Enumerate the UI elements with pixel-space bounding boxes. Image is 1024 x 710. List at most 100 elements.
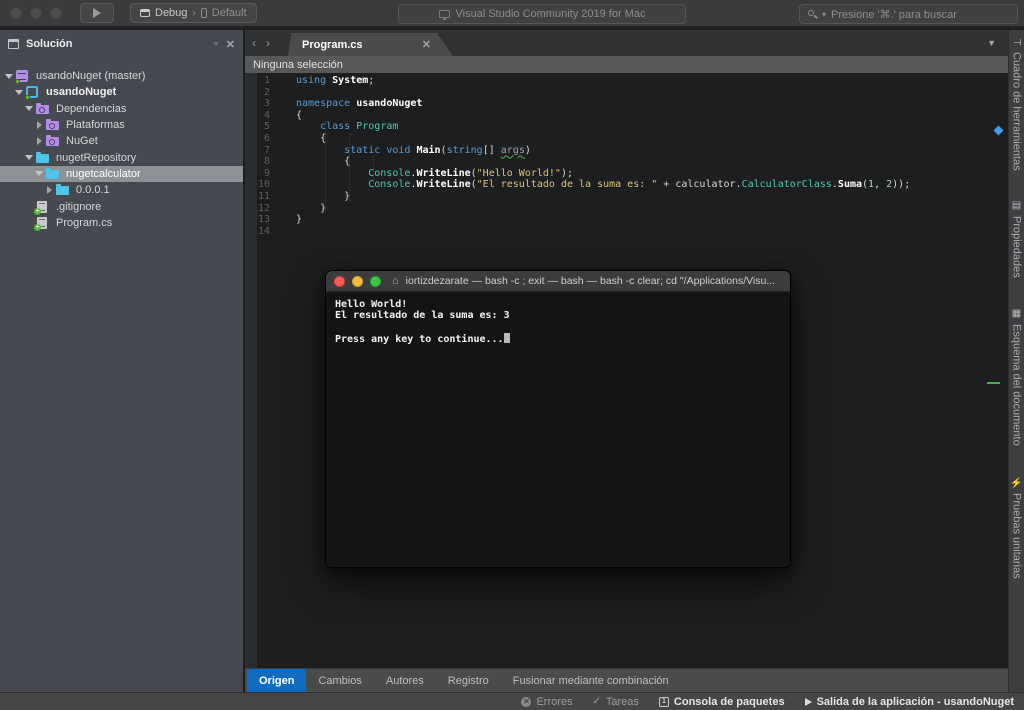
tree-item-plataformas[interactable]: Plataformas	[0, 117, 243, 133]
collapse-icon[interactable]	[14, 90, 24, 95]
tree-item-nugetrepository[interactable]: nugetRepository	[0, 149, 243, 165]
breadcrumb[interactable]: Ninguna selección	[245, 56, 1008, 73]
titlebar: Debug › Default Visual Studio Community …	[0, 0, 1024, 28]
search-placeholder: Presione '⌘.' para buscar	[831, 8, 957, 21]
tree-item-program-cs[interactable]: +Program.cs	[0, 215, 243, 231]
solution-pad-title: Solución	[26, 38, 72, 50]
code-line: 3namespace usandoNuget	[245, 98, 910, 110]
tree-item-usandonuget-master-[interactable]: usandoNuget (master)	[0, 68, 243, 84]
device-label: Default	[212, 7, 247, 19]
close-pad-button[interactable]: ✕	[226, 38, 235, 51]
pad-tab-esquema-del-documento[interactable]: ▦Esquema del documento	[1011, 308, 1023, 446]
expand-icon[interactable]	[34, 121, 44, 129]
status-item-salida-de-la-aplicaci-n-usandonuget[interactable]: Salida de la aplicación - usandoNuget	[805, 696, 1014, 708]
terminal-window[interactable]: ⌂ iortizdezarate — bash -c ; exit — bash…	[325, 270, 791, 568]
vc-tab-autores[interactable]: Autores	[374, 669, 436, 692]
terminal-close-button[interactable]	[334, 276, 345, 287]
code-line: 7 static void Main(string[] args)	[245, 145, 910, 157]
folder-cyan-icon	[36, 152, 50, 164]
code-line: 12 }	[245, 203, 910, 215]
navigate-back-forward[interactable]: ‹›	[252, 36, 280, 50]
collapse-icon[interactable]	[24, 155, 34, 160]
code-lines: 1using System;23namespace usandoNuget4{5…	[245, 75, 910, 237]
tree-item-label: 0.0.0.1	[76, 184, 110, 196]
file-git-icon: +	[36, 201, 50, 213]
pad-tab-pruebas-unitarias[interactable]: ⚡ Pruebas unitarias	[1011, 476, 1023, 579]
window-title: Visual Studio Community 2019 for Mac	[398, 4, 686, 24]
solution-pad-header: Solución ▫ ✕	[0, 30, 243, 58]
line-number: 13	[245, 214, 296, 226]
terminal-title: iortizdezarate — bash -c ; exit — bash —…	[406, 275, 775, 287]
minimize-window-button[interactable]	[30, 7, 42, 19]
status-item-tareas[interactable]: ✓Tareas	[593, 696, 639, 708]
run-configuration-selector[interactable]: Debug › Default	[130, 3, 257, 23]
right-pad-strip: ⊤Cuadro de herramientas ▤ Propiedades ▦Esqu…	[1008, 30, 1024, 692]
vc-tab-fusionar-mediante-combinaci-n[interactable]: Fusionar mediante combinación	[501, 669, 681, 692]
run-button[interactable]	[80, 3, 114, 23]
toolbox-icon: ⊤	[1011, 38, 1022, 47]
vs-for-mac-window: Debug › Default Visual Studio Community …	[0, 0, 1024, 710]
code-line: 13}	[245, 214, 910, 226]
tab-label: Program.cs	[302, 39, 363, 51]
vc-tab-registro[interactable]: Registro	[436, 669, 501, 692]
terminal-cursor	[504, 333, 510, 343]
code-line: 1using System;	[245, 75, 910, 87]
close-window-button[interactable]	[10, 7, 22, 19]
folder-purple-icon	[46, 119, 60, 131]
window-controls	[10, 7, 62, 19]
tree-item-dependencias[interactable]: Dependencias	[0, 101, 243, 117]
code-line: 6 {	[245, 133, 910, 145]
chevron-down-icon: ▾	[822, 10, 826, 19]
code-line: 14	[245, 226, 910, 238]
outline-icon: ▦	[1011, 308, 1022, 319]
terminal-titlebar[interactable]: ⌂ iortizdezarate — bash -c ; exit — bash…	[326, 271, 790, 292]
terminal-zoom-button[interactable]	[370, 276, 381, 287]
collapse-icon[interactable]	[34, 171, 44, 176]
tree-item-label: usandoNuget	[46, 86, 116, 98]
global-search-input[interactable]: ▾ Presione '⌘.' para buscar	[799, 4, 1018, 24]
tab-list-dropdown-icon[interactable]: ▼	[987, 38, 996, 48]
terminal-minimize-button[interactable]	[352, 276, 363, 287]
tree-item-usandonuget[interactable]: usandoNuget	[0, 84, 243, 100]
play-icon	[93, 8, 101, 18]
configuration-label: Debug	[155, 7, 187, 19]
pad-tab-cuadro-de-herramientas[interactable]: ⊤Cuadro de herramientas	[1011, 38, 1023, 170]
folder-cyan-icon	[56, 184, 70, 196]
pad-tab-propiedades[interactable]: ▤ Propiedades	[1011, 200, 1023, 278]
tests-icon: ⚡	[1011, 476, 1022, 488]
tree-item-label: nugetRepository	[56, 152, 136, 164]
tree-item-nuget[interactable]: NuGet	[0, 133, 243, 149]
vc-tab-origen[interactable]: Origen	[247, 669, 306, 692]
tree-item-0-0-0-1[interactable]: 0.0.0.1	[0, 182, 243, 198]
document-tabbar: ‹› Program.cs ✕ ▼	[245, 30, 1008, 56]
configuration-icon	[140, 9, 150, 17]
code-line: 5 class Program	[245, 121, 910, 133]
expand-icon[interactable]	[34, 137, 44, 145]
collapse-icon[interactable]	[24, 106, 34, 111]
dock-pad-button[interactable]: ▫	[214, 38, 218, 50]
tab-program-cs[interactable]: Program.cs ✕	[288, 33, 453, 56]
line-number: 6	[245, 133, 296, 145]
pad-tab-label: Propiedades	[1011, 216, 1023, 278]
tree-item-nugetcalculator[interactable]: nugetcalculator	[0, 166, 243, 182]
solution-pad-icon	[8, 39, 19, 49]
pad-tab-label: Pruebas unitarias	[1011, 493, 1023, 579]
props-icon: ▤	[1011, 200, 1022, 211]
line-number: 4	[245, 110, 296, 122]
terminal-output[interactable]: Hello World!El resultado de la suma es: …	[326, 292, 790, 352]
vc-tab-cambios[interactable]: Cambios	[306, 669, 373, 692]
expand-icon[interactable]	[44, 186, 54, 194]
status-item-label: Consola de paquetes	[674, 696, 785, 708]
status-item-errores[interactable]: ✕Errores	[521, 696, 572, 708]
terminal-line	[335, 322, 781, 333]
collapse-icon[interactable]	[4, 74, 14, 79]
code-line: 9 Console.WriteLine("Hello World!");	[245, 168, 910, 180]
zoom-window-button[interactable]	[50, 7, 62, 19]
line-number: 8	[245, 156, 296, 168]
errors-icon: ✕	[521, 697, 531, 707]
close-tab-icon[interactable]: ✕	[422, 38, 431, 51]
tree-item--gitignore[interactable]: +.gitignore	[0, 198, 243, 214]
tree-item-label: Dependencias	[56, 103, 126, 115]
status-item-consola-de-paquetes[interactable]: 1Consola de paquetes	[659, 696, 785, 708]
statusbar: ✕Errores ✓Tareas 1Consola de paquetes Salid…	[0, 692, 1024, 710]
